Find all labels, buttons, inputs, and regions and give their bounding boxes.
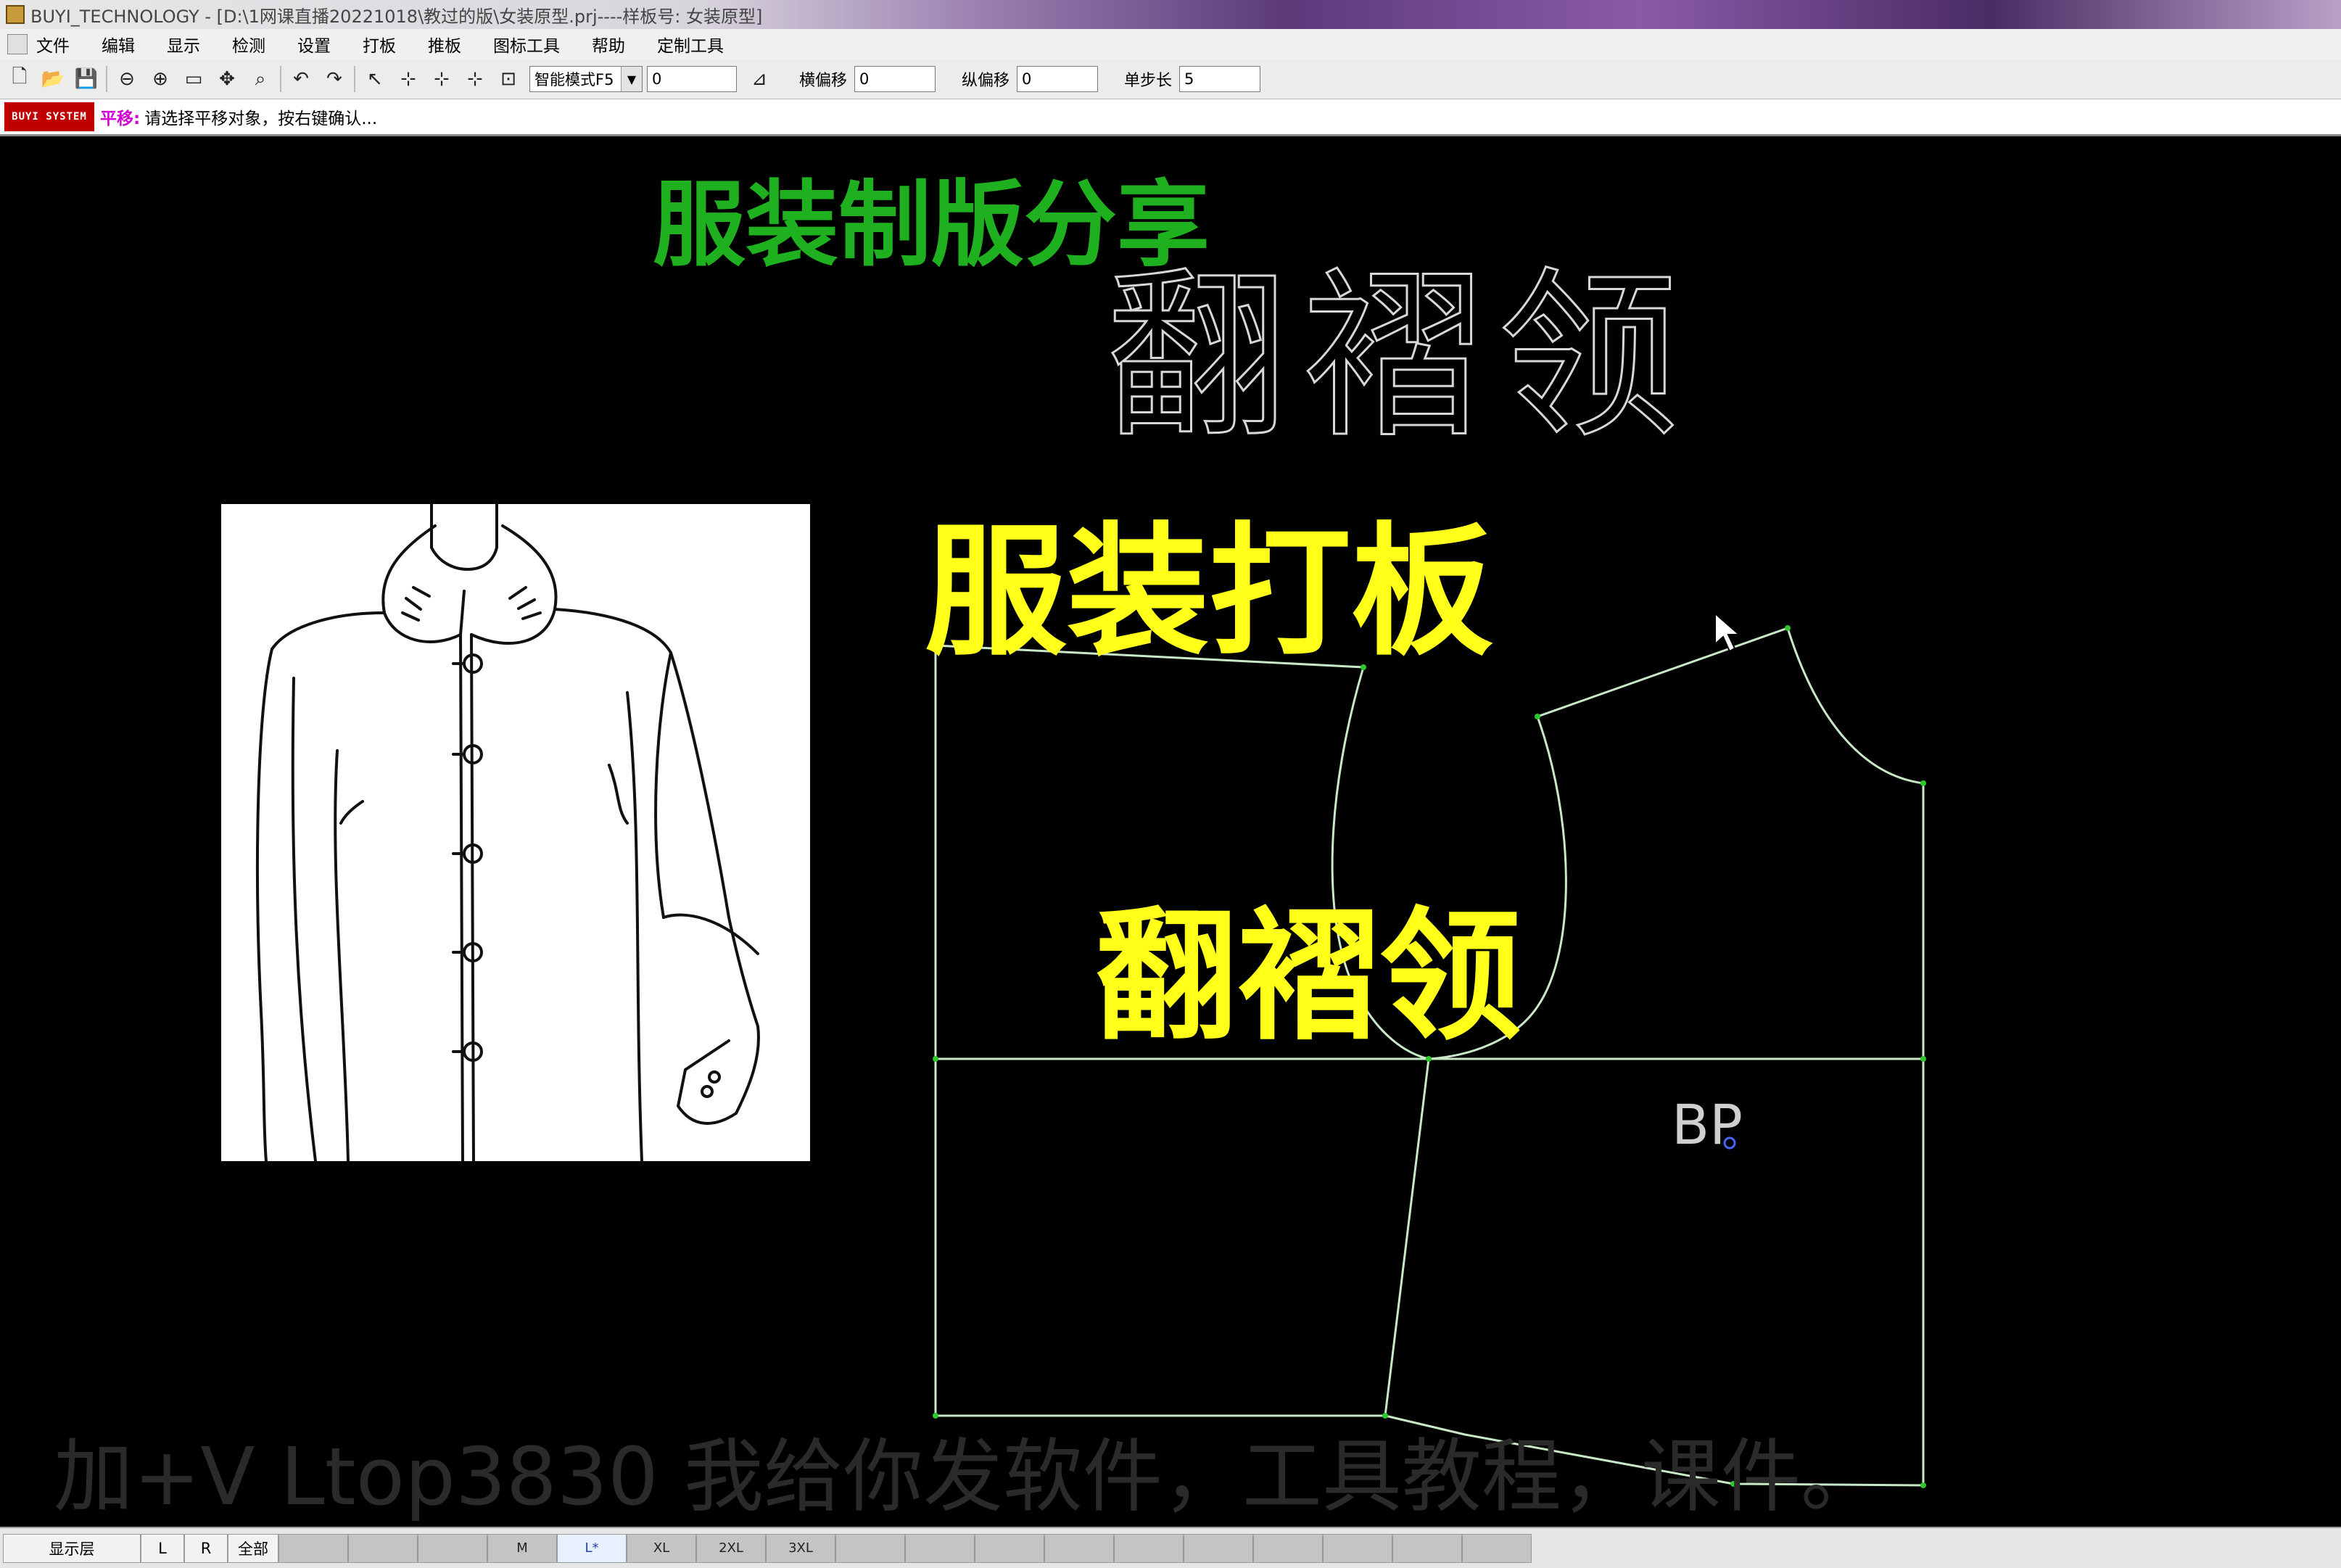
menu-bar: 文件 编辑 显示 检测 设置 打板 推板 图标工具 帮助 定制工具 <box>0 29 2341 60</box>
point-offset-icon[interactable]: ⊹ <box>428 65 455 93</box>
point-marker <box>1920 1482 1926 1488</box>
size-slot[interactable] <box>1253 1533 1323 1563</box>
watermark-text: 加+V Ltop3830 我给你发软件，工具教程，课件。 <box>54 1430 1880 1523</box>
zoom-in-icon[interactable]: ⊕ <box>146 65 174 93</box>
point-marker <box>1785 625 1791 631</box>
command-status-line: BUYI SYSTEM 平移: 请选择平移对象，按右键确认... <box>0 99 2341 136</box>
point-marker <box>1920 780 1926 786</box>
command-prompt: 请选择平移对象，按右键确认... <box>144 110 378 128</box>
size-m[interactable]: M <box>487 1533 557 1563</box>
overlay-title: 服装制版分享 <box>653 171 1210 279</box>
open-folder-icon[interactable]: 📂 <box>39 65 67 93</box>
menu-display[interactable]: 显示 <box>167 32 200 57</box>
size-slot[interactable] <box>278 1533 348 1563</box>
size-2xl[interactable]: 2XL <box>696 1533 766 1563</box>
display-layer-button[interactable]: 显示层 <box>3 1533 141 1563</box>
toolbar-separator <box>106 66 107 92</box>
size-l-base[interactable]: L* <box>557 1533 627 1563</box>
save-icon[interactable]: 💾 <box>73 65 100 93</box>
system-badge: BUYI SYSTEM <box>4 102 94 131</box>
value-field[interactable]: 0 <box>647 66 737 92</box>
window-title: BUYI_TECHNOLOGY - [D:\1网课直播20221018\教过的版… <box>30 6 763 27</box>
size-slot[interactable] <box>418 1533 487 1563</box>
menu-check[interactable]: 检测 <box>232 32 265 57</box>
size-slot[interactable] <box>905 1533 975 1563</box>
redo-icon[interactable]: ↷ <box>321 65 348 93</box>
h-offset-input[interactable]: 0 <box>854 66 936 92</box>
overlay-main-caption: 服装打板 <box>925 510 1494 675</box>
back-side-seam <box>1384 1058 1430 1416</box>
menu-settings[interactable]: 设置 <box>297 32 331 57</box>
v-offset-input[interactable]: 0 <box>1017 66 1099 92</box>
document-icon[interactable] <box>7 34 28 54</box>
size-slot[interactable] <box>1184 1533 1253 1563</box>
point-tool-icon[interactable]: ⊹ <box>395 65 422 93</box>
undo-icon[interactable]: ↶ <box>287 65 315 93</box>
size-slot[interactable] <box>1044 1533 1114 1563</box>
menu-help[interactable]: 帮助 <box>592 32 625 57</box>
jacket-sketch-image <box>221 503 810 1163</box>
menu-grading[interactable]: 推板 <box>428 32 461 57</box>
menu-custom-tools[interactable]: 定制工具 <box>657 32 724 57</box>
mode-select[interactable]: 智能模式F5 ▼ <box>529 66 643 92</box>
front-shoulder-line <box>1537 627 1788 718</box>
left-button[interactable]: L <box>141 1533 184 1563</box>
pan-icon[interactable]: ✥ <box>213 65 241 93</box>
point-marker <box>1535 714 1540 719</box>
app-icon <box>6 5 25 24</box>
zoom-window-icon[interactable]: ▭ <box>180 65 207 93</box>
chevron-down-icon[interactable]: ▼ <box>621 67 642 91</box>
size-3xl[interactable]: 3XL <box>766 1533 835 1563</box>
mode-select-value: 智能模式F5 <box>534 71 614 88</box>
point-marker <box>1920 1056 1926 1062</box>
point-marker <box>933 1056 938 1062</box>
size-slot[interactable] <box>1114 1533 1184 1563</box>
step-label: 单步长 <box>1124 72 1173 90</box>
menu-pattern[interactable]: 打板 <box>363 32 396 57</box>
right-button[interactable]: R <box>184 1533 228 1563</box>
zoom-fit-icon[interactable]: ⌕ <box>247 65 274 93</box>
size-slot[interactable] <box>1323 1533 1392 1563</box>
size-slot[interactable] <box>975 1533 1044 1563</box>
all-sizes-button[interactable]: 全部 <box>228 1533 278 1563</box>
overlay-sub-caption: 翻褶领 <box>1095 894 1522 1060</box>
jacket-sketch-drawing <box>256 503 760 1163</box>
toolbar-separator <box>354 66 355 92</box>
select-delete-icon[interactable]: ↖ <box>361 65 389 93</box>
size-xl[interactable]: XL <box>627 1533 696 1563</box>
size-slot[interactable] <box>348 1533 418 1563</box>
size-slot[interactable] <box>1462 1533 1532 1563</box>
current-command: 平移: <box>100 110 141 128</box>
measure-icon[interactable]: ⊿ <box>746 65 773 93</box>
drawing-canvas[interactable]: 翻褶领 服装制版分享 服装打板 翻褶领 BP 加+V Ltop3830 我给你发… <box>0 136 2341 1527</box>
new-file-icon[interactable]: 🗋 <box>6 65 33 93</box>
step-input[interactable]: 5 <box>1179 66 1261 92</box>
v-offset-label: 纵偏移 <box>962 72 1010 90</box>
zoom-out-icon[interactable]: ⊖ <box>113 65 141 93</box>
front-neck-curve <box>1786 627 1924 785</box>
size-slot[interactable] <box>835 1533 905 1563</box>
menu-file[interactable]: 文件 <box>36 32 70 57</box>
bottom-bar: 显示层 L R 全部 M L* XL 2XL 3XL <box>0 1527 2341 1568</box>
point-box-icon[interactable]: ⊡ <box>495 65 522 93</box>
bp-label: BP <box>1672 1092 1743 1157</box>
toolbar: 🗋 📂 💾 ⊖ ⊕ ▭ ✥ ⌕ ↶ ↷ ↖ ⊹ ⊹ ⊹ ⊡ 智能模式F5 ▼ 0… <box>0 59 2341 99</box>
h-offset-label: 横偏移 <box>799 72 848 90</box>
toolbar-separator <box>280 66 281 92</box>
size-slot[interactable] <box>1392 1533 1462 1563</box>
menu-icon-tools[interactable]: 图标工具 <box>493 32 560 57</box>
point-add-icon[interactable]: ⊹ <box>461 65 489 93</box>
title-bar: BUYI_TECHNOLOGY - [D:\1网课直播20221018\教过的版… <box>0 0 2341 29</box>
menu-edit[interactable]: 编辑 <box>102 32 135 57</box>
